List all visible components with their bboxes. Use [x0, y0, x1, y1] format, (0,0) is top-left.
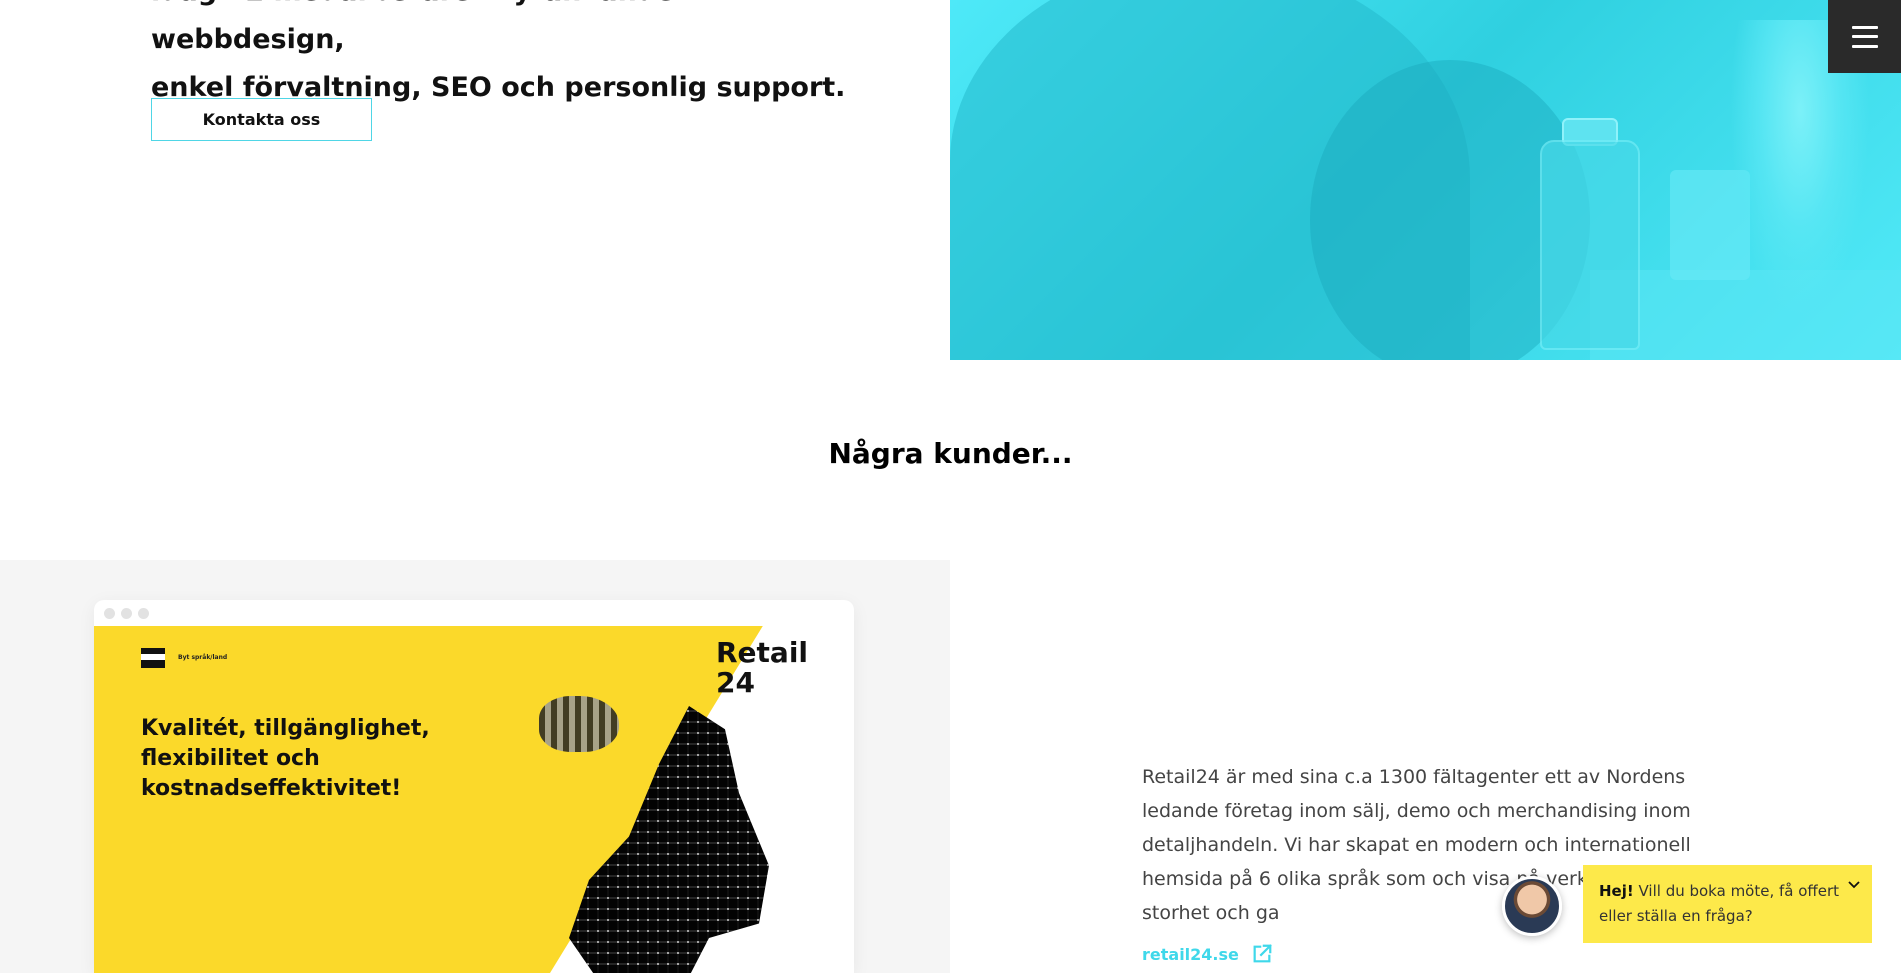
browser-dot-icon — [104, 607, 115, 619]
client-screenshot: Byt språk/land Kvalitét, tillgänglighet,… — [94, 600, 854, 973]
chat-message: Vill du boka möte, få offert eller ställ… — [1599, 882, 1840, 925]
external-link-icon — [1253, 944, 1272, 963]
chevron-down-icon[interactable] — [1846, 877, 1862, 893]
section-title: Några kunder... — [828, 437, 1073, 470]
client-link-label: retail24.se — [1142, 944, 1239, 964]
iceland-map-shape — [539, 696, 619, 752]
flag-icon — [141, 648, 165, 668]
nordic-map-mosaic — [539, 696, 799, 973]
chat-bubble[interactable]: Hej! Vill du boka möte, få offert eller … — [1583, 865, 1872, 943]
browser-chrome — [94, 600, 854, 626]
site-headline: Kvalitét, tillgänglighet, flexibilitet o… — [141, 716, 430, 801]
chat-greeting: Hej! — [1599, 882, 1634, 900]
browser-dot-icon — [121, 607, 132, 619]
client-site-preview: Byt språk/land Kvalitét, tillgänglighet,… — [94, 626, 854, 973]
hero-text: idag 12 medarbetare. Nytänkande webbdesi… — [151, 0, 851, 112]
hero-image — [950, 0, 1901, 360]
site-brand-logo: Retail 24 — [716, 638, 808, 698]
contact-button[interactable]: Kontakta oss — [151, 98, 372, 141]
site-brand-line1: Retail — [716, 636, 809, 669]
browser-dot-icon — [138, 607, 149, 619]
site-language-link: Byt språk/land — [178, 654, 228, 661]
menu-button[interactable] — [1828, 0, 1901, 73]
hamburger-icon — [1851, 25, 1878, 48]
chat-agent-avatar[interactable] — [1502, 876, 1562, 936]
hero-image-bottle — [1540, 140, 1640, 350]
client-link[interactable]: retail24.se — [1142, 943, 1273, 965]
hero-text-line1: idag 12 medarbetare. Nytänkande webbdesi… — [151, 0, 674, 55]
site-brand-line2: 24 — [716, 666, 755, 699]
